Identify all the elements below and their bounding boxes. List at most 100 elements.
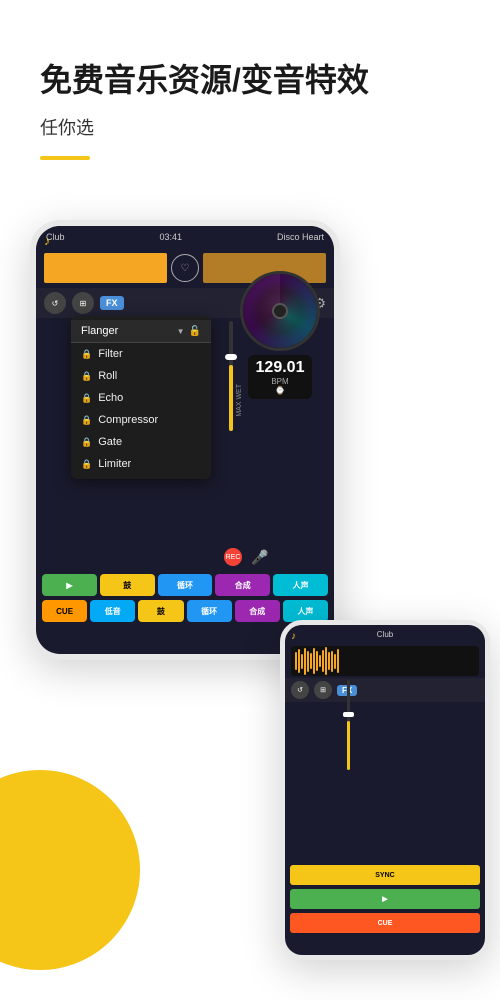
decoration-circle xyxy=(0,770,140,970)
music-note-icon: ♪ xyxy=(44,234,50,248)
lock-icon-roll: 🔒 xyxy=(81,371,92,382)
waveform-bar xyxy=(104,259,106,277)
waveform-bar xyxy=(92,258,94,278)
bpm-label: BPM xyxy=(256,377,305,386)
fx-dropdown-header: Flanger ▼ 🔓 xyxy=(71,320,211,343)
fx-item-compressor[interactable]: 🔒 Compressor xyxy=(71,409,211,431)
waveform-bar xyxy=(95,255,97,282)
bpm-display: 129.01 BPM ⌚ xyxy=(248,355,313,399)
sec-wbar xyxy=(331,651,333,672)
pad-vocal-2[interactable]: 人声 xyxy=(283,600,328,622)
sec-mixer xyxy=(340,680,356,770)
vinyl-disc[interactable] xyxy=(240,271,320,351)
fx-arrow-icon: ▼ xyxy=(177,327,185,336)
sec-pad-cue[interactable]: CUE xyxy=(290,913,480,933)
waveform-bar xyxy=(80,262,82,274)
sec-wbar xyxy=(328,652,330,670)
pad-loop[interactable]: 循环 xyxy=(158,574,213,596)
waveform-bar xyxy=(128,261,130,276)
waveform-bar xyxy=(125,256,127,280)
waveform-bar xyxy=(122,258,124,278)
pad-bass[interactable]: 低音 xyxy=(90,600,135,622)
waveform-bar xyxy=(59,260,61,277)
sec-wbar xyxy=(319,655,321,667)
waveform-bar xyxy=(110,261,112,275)
sec-pad-row-1: SYNC xyxy=(285,863,485,887)
sec-mixer-thumb[interactable] xyxy=(343,712,354,717)
sec-sync-button[interactable]: ↺ xyxy=(291,681,309,699)
sec-music-note-icon: ♪ xyxy=(291,631,296,642)
waveform-bar xyxy=(50,261,52,276)
pad-play[interactable]: ▶ xyxy=(42,574,97,596)
fx-lock-icon: 🔓 xyxy=(189,326,201,337)
sec-wbar xyxy=(295,652,297,670)
sec-controls-bar: ↺ ⊞ FX xyxy=(285,678,485,702)
waveform-bar xyxy=(107,255,109,281)
track-time: 03:41 xyxy=(159,232,182,242)
bpm-icon: ⌚ xyxy=(256,386,305,395)
sec-pad-sync[interactable]: SYNC xyxy=(290,865,480,885)
fx-item-gate[interactable]: 🔒 Gate xyxy=(71,431,211,453)
fx-item-filter[interactable]: 🔒 Filter xyxy=(71,343,211,365)
lock-icon-gate: 🔒 xyxy=(81,437,92,448)
eq-button[interactable]: ⊞ xyxy=(72,292,94,314)
track-name-right: Disco Heart xyxy=(277,232,324,242)
waveform-bar xyxy=(62,255,64,281)
waveform-bar xyxy=(68,257,70,280)
sec-pad-area: SYNC ▶ CUE xyxy=(285,863,485,935)
pad-loop-2[interactable]: 循环 xyxy=(187,600,232,622)
sec-pad-row-2: ▶ xyxy=(285,887,485,911)
pad-vocal[interactable]: 人声 xyxy=(273,574,328,596)
pad-drum[interactable]: 鼓 xyxy=(100,574,155,596)
sec-wbar xyxy=(325,647,327,676)
waveform-bar xyxy=(56,258,58,279)
sec-pad-row-3: CUE xyxy=(285,911,485,935)
dj-app-main: ♪ Club 03:41 Disco Heart xyxy=(36,226,334,654)
waveform-bar xyxy=(44,259,46,277)
waveform-bar xyxy=(47,256,49,280)
pad-row-2: CUE 低音 鼓 循环 合成 人声 xyxy=(36,598,334,624)
phone-secondary-mockup: ♪ Club xyxy=(280,620,490,960)
sync-button[interactable]: ↺ xyxy=(44,292,66,314)
right-panel: 129.01 BPM ⌚ xyxy=(230,271,330,399)
sec-eq-button[interactable]: ⊞ xyxy=(314,681,332,699)
fx-item-limiter[interactable]: 🔒 Limiter xyxy=(71,453,211,475)
waveform-bar xyxy=(89,256,91,280)
heartbeat-icon: ♡ xyxy=(171,254,199,282)
sec-pad-play[interactable]: ▶ xyxy=(290,889,480,909)
sec-track-name: Club xyxy=(377,630,393,639)
mic-icon[interactable]: 🎤 xyxy=(251,549,268,566)
waveform-bar xyxy=(77,259,79,277)
fx-item-roll[interactable]: 🔒 Roll xyxy=(71,365,211,387)
sec-wbar xyxy=(322,650,324,673)
waveform-bar xyxy=(83,258,85,279)
waveform-left xyxy=(44,253,167,283)
vinyl-center xyxy=(272,303,288,319)
sec-wbar xyxy=(310,653,312,670)
hero-title: 免费音乐资源/变音特效 xyxy=(40,60,460,102)
waveform-bar xyxy=(86,260,88,277)
waveform-bar xyxy=(116,260,118,277)
sec-mixer-track[interactable] xyxy=(347,680,350,770)
waveform-bar xyxy=(119,253,121,283)
fx-item-echo[interactable]: 🔒 Echo xyxy=(71,387,211,409)
pad-synth[interactable]: 合成 xyxy=(215,574,270,596)
sec-wbar xyxy=(334,654,336,669)
sec-wbar xyxy=(304,648,306,675)
sec-mixer-fill xyxy=(347,721,350,771)
pad-drum-2[interactable]: 鼓 xyxy=(138,600,183,622)
hero-underline xyxy=(40,156,90,160)
waveform-bar xyxy=(74,254,76,283)
phone-main-mockup: ♪ Club 03:41 Disco Heart xyxy=(30,220,340,660)
sec-wbar xyxy=(298,649,300,673)
pad-synth-2[interactable]: 合成 xyxy=(235,600,280,622)
lock-icon-compressor: 🔒 xyxy=(81,415,92,426)
sec-wbar xyxy=(313,648,315,674)
rec-button[interactable]: REC xyxy=(224,548,242,566)
pad-cue[interactable]: CUE xyxy=(42,600,87,622)
sec-wbar xyxy=(337,649,339,673)
app-top-bar: Club 03:41 Disco Heart xyxy=(36,226,334,248)
hero-section: 免费音乐资源/变音特效 任你选 xyxy=(40,60,460,160)
fx-badge[interactable]: FX xyxy=(100,296,124,310)
waveform-bar xyxy=(113,258,115,279)
